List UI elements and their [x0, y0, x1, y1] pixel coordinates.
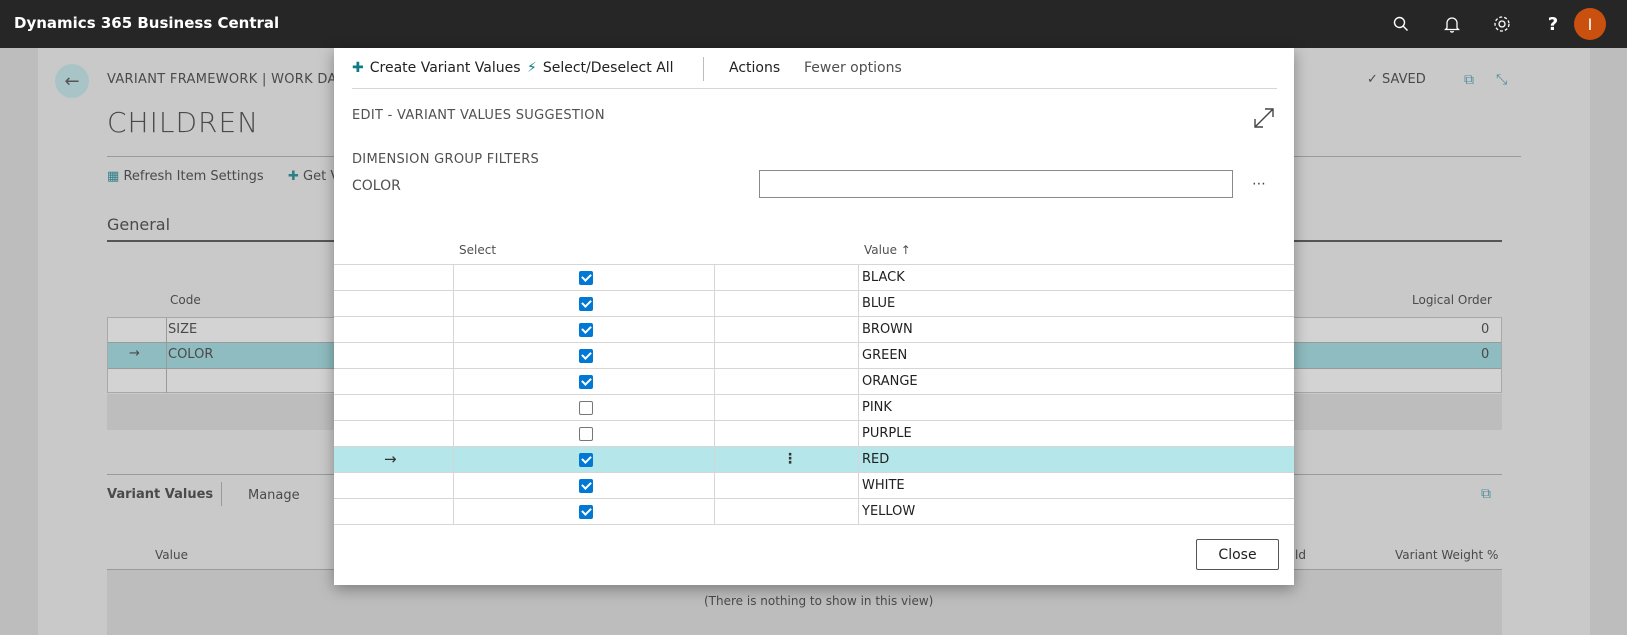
plus-icon: ✚: [288, 169, 299, 184]
grid-cell-order: 0: [1481, 347, 1490, 362]
color-filter-input[interactable]: [759, 170, 1233, 198]
general-tab: General: [107, 215, 171, 234]
table-row[interactable]: PURPLE: [334, 421, 1294, 447]
dialog-title: EDIT - VARIANT VALUES SUGGESTION: [352, 108, 605, 123]
value-cell[interactable]: PINK: [862, 400, 892, 415]
plus-icon: ✚: [352, 60, 364, 76]
table-row[interactable]: → ⋮ RED: [334, 447, 1294, 473]
more-options-icon[interactable]: ⋯: [1252, 176, 1266, 192]
create-variant-values-button[interactable]: ✚ Create Variant Values: [352, 60, 521, 76]
grid-cell-code: SIZE: [168, 322, 198, 337]
table-row[interactable]: GREEN: [334, 343, 1294, 369]
value-cell[interactable]: RED: [862, 452, 889, 467]
value-cell[interactable]: BLACK: [862, 270, 905, 285]
table-row[interactable]: BLUE: [334, 291, 1294, 317]
value-cell[interactable]: WHITE: [862, 478, 905, 493]
refresh-item-settings-action: ▦ Refresh Item Settings: [107, 169, 264, 184]
col-value-header[interactable]: Value ↑: [864, 243, 911, 257]
select-checkbox[interactable]: [579, 271, 593, 285]
select-checkbox[interactable]: [579, 427, 593, 441]
value-cell[interactable]: YELLOW: [862, 504, 915, 519]
check-icon: ✓: [1367, 72, 1378, 87]
row-menu-icon[interactable]: ⋮: [783, 451, 797, 467]
value-cell[interactable]: ORANGE: [862, 374, 918, 389]
col-weight-header: Variant Weight %: [1395, 548, 1499, 562]
variant-values-title: Variant Values: [107, 487, 214, 502]
expand-part-icon: ⧉: [1481, 486, 1491, 502]
row-arrow-icon: →: [384, 450, 397, 468]
table-row[interactable]: BLACK: [334, 265, 1294, 291]
table-vline: [858, 265, 859, 525]
open-new-window-icon: ⧉: [1464, 72, 1474, 88]
toolbar-separator: [703, 57, 704, 81]
select-deselect-all-button[interactable]: ⚡ Select/Deselect All: [527, 60, 674, 76]
top-bar: Dynamics 365 Business Central ? I: [0, 0, 1627, 48]
value-cell[interactable]: GREEN: [862, 348, 907, 363]
grid-icon: ▦: [107, 169, 120, 184]
grid-vline: [166, 318, 167, 393]
saved-status: ✓ SAVED: [1367, 72, 1426, 87]
create-variant-values-label: Create Variant Values: [369, 60, 521, 76]
bell-icon[interactable]: [1440, 12, 1464, 36]
row-arrow-icon: →: [129, 346, 140, 361]
fewer-options-button[interactable]: Fewer options: [804, 60, 902, 76]
close-button[interactable]: Close: [1196, 539, 1279, 570]
expand-icon[interactable]: [1252, 106, 1278, 132]
get-action: ✚ Get V: [288, 169, 339, 184]
col-value-header: Value: [155, 548, 188, 562]
select-checkbox[interactable]: [579, 323, 593, 337]
table-row[interactable]: BROWN: [334, 317, 1294, 343]
page-title: CHILDREN: [107, 106, 260, 139]
values-table: YELLOW WHITE → ⋮ RED PURPLE PINK ORANGE GREEN BRO…: [334, 264, 1294, 525]
gear-icon[interactable]: [1490, 12, 1514, 36]
select-deselect-all-label: Select/Deselect All: [542, 60, 674, 76]
collapse-icon: ⤡: [1496, 72, 1508, 88]
saved-label: SAVED: [1382, 72, 1426, 87]
divider: [221, 482, 222, 506]
select-checkbox[interactable]: [579, 297, 593, 311]
search-icon[interactable]: [1389, 12, 1413, 36]
table-row[interactable]: YELLOW: [334, 499, 1294, 525]
color-filter-label: COLOR: [352, 178, 401, 194]
breadcrumb: VARIANT FRAMEWORK | WORK DATE: [107, 72, 353, 87]
select-checkbox[interactable]: [579, 401, 593, 415]
select-checkbox[interactable]: [579, 479, 593, 493]
back-arrow-icon: ←: [55, 64, 89, 98]
value-cell[interactable]: BROWN: [862, 322, 913, 337]
help-icon[interactable]: ?: [1541, 12, 1565, 36]
col-ld-header: ld: [1295, 548, 1306, 562]
col-code-header: Code: [170, 293, 201, 307]
col-logical-order-header: Logical Order: [1412, 293, 1492, 307]
table-row[interactable]: WHITE: [334, 473, 1294, 499]
dimension-group-filters-heading: DIMENSION GROUP FILTERS: [352, 152, 540, 167]
table-row[interactable]: PINK: [334, 395, 1294, 421]
table-row[interactable]: ORANGE: [334, 369, 1294, 395]
magic-wand-icon: ⚡: [527, 60, 537, 76]
grid-cell-order: 0: [1481, 322, 1490, 337]
actions-menu[interactable]: Actions: [729, 60, 780, 76]
select-checkbox[interactable]: [579, 453, 593, 467]
avatar[interactable]: I: [1574, 8, 1606, 40]
manage-action: Manage: [248, 488, 300, 503]
select-checkbox[interactable]: [579, 349, 593, 363]
table-vline: [453, 265, 454, 525]
variant-values-suggestion-dialog: ✚ Create Variant Values ⚡ Select/Deselec…: [334, 48, 1294, 585]
empty-message: (There is nothing to show in this view): [704, 594, 934, 608]
value-cell[interactable]: BLUE: [862, 296, 895, 311]
dialog-toolbar: ✚ Create Variant Values ⚡ Select/Deselec…: [352, 48, 1277, 89]
dialog-footer: Close: [334, 525, 1294, 585]
value-cell[interactable]: PURPLE: [862, 426, 912, 441]
select-checkbox[interactable]: [579, 375, 593, 389]
refresh-label: Refresh Item Settings: [123, 169, 264, 184]
col-select-header[interactable]: Select: [459, 243, 496, 257]
app-brand[interactable]: Dynamics 365 Business Central: [14, 14, 279, 32]
select-checkbox[interactable]: [579, 505, 593, 519]
table-vline: [714, 265, 715, 525]
grid-cell-code: COLOR: [168, 347, 214, 362]
